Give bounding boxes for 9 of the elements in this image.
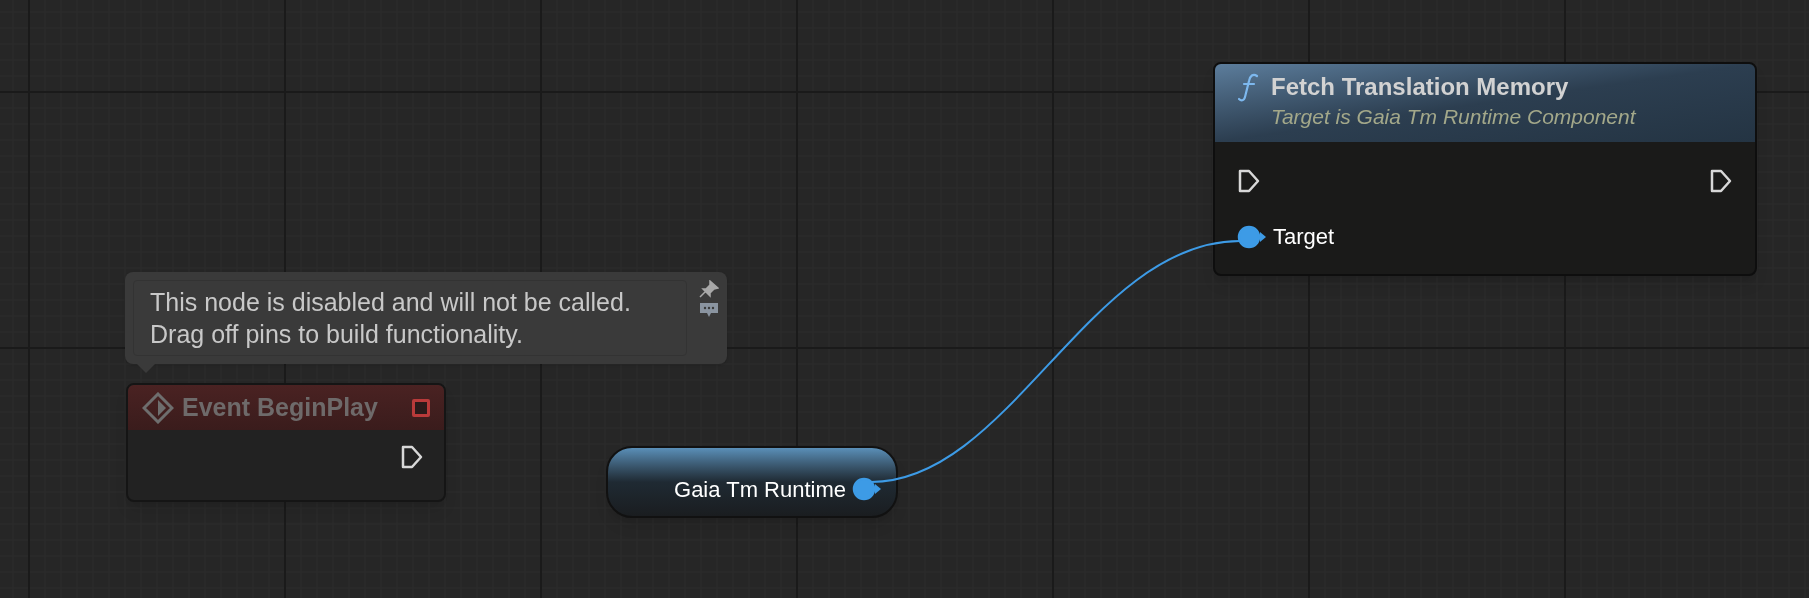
pin-label: Target xyxy=(1273,223,1335,251)
node-subtitle: Target is Gaia Tm Runtime Component xyxy=(1271,104,1636,130)
function-node[interactable]: Fetch Translation Memory Target is Gaia Tm Runtime Component Target xyxy=(1213,62,1757,276)
variable-node[interactable]: Gaia Tm Runtime xyxy=(606,446,898,518)
node-title: Event BeginPlay xyxy=(182,391,378,423)
node-title: Fetch Translation Memory xyxy=(1271,72,1570,102)
comment-text: This node is disabled and will not be called. xyxy=(150,287,632,318)
comment-text: Drag off pins to build functionality. xyxy=(150,319,524,350)
node-title: Gaia Tm Runtime xyxy=(674,475,846,504)
